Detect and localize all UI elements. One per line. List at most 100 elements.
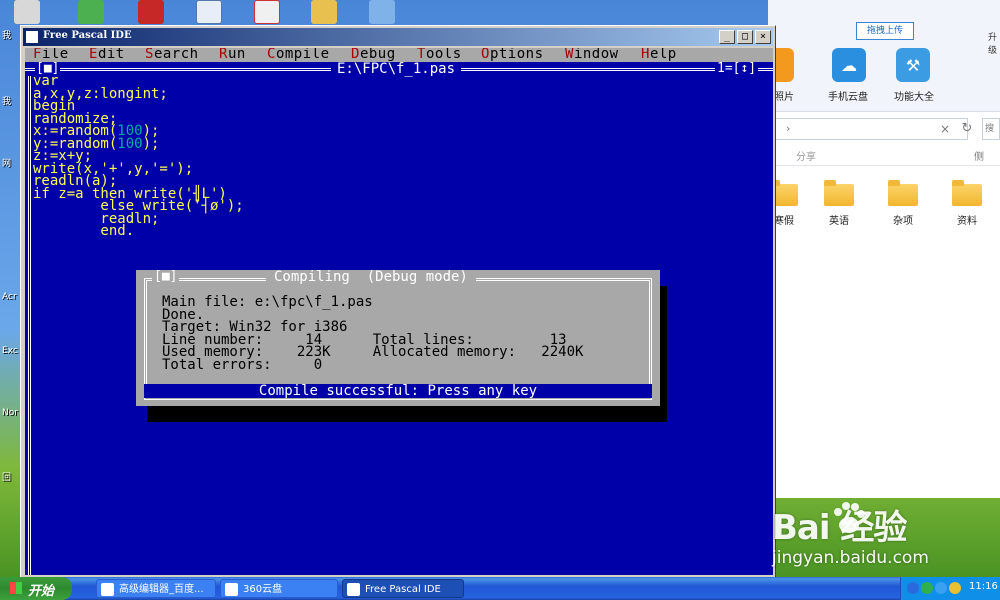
menu-help[interactable]: Help bbox=[641, 48, 677, 61]
menu-search[interactable]: Search bbox=[145, 48, 199, 61]
menu-hotkey: O bbox=[481, 48, 490, 62]
upload-button[interactable]: 拖拽上传 bbox=[856, 22, 914, 40]
pdf-icon bbox=[254, 0, 280, 24]
console-area[interactable]: File Edit Search Run Compile Debug Tools… bbox=[25, 48, 773, 575]
menu-label: ebug bbox=[359, 48, 396, 62]
desktop-label: 我 bbox=[2, 97, 12, 107]
paw-icon bbox=[834, 502, 865, 533]
chevron-right-icon: › bbox=[786, 122, 791, 135]
numeric-literal: 100 bbox=[117, 135, 143, 152]
dialog-close-box[interactable]: [■] bbox=[152, 270, 180, 284]
desktop-label: 回 bbox=[2, 473, 12, 483]
title-bar[interactable]: Free Pascal IDE _ □ × bbox=[23, 28, 773, 46]
tray-icon[interactable] bbox=[949, 582, 961, 594]
dialog-line-errors: Total errors: 0 bbox=[162, 356, 323, 373]
cloud-drive-window[interactable]: 拖拽上传 升级 照片 ☁ 手机云盘 ⚒ 功能大全 › × ↻ 搜 分享 侧 寒假… bbox=[768, 0, 1000, 498]
editor-window-number[interactable]: 1=[↕] bbox=[715, 62, 759, 76]
menu-label: ompile bbox=[275, 48, 330, 62]
folder-icon[interactable] bbox=[824, 180, 854, 206]
menu-label: earch bbox=[153, 48, 199, 62]
desktop-label: 网 bbox=[2, 159, 12, 169]
wps-icon bbox=[369, 0, 395, 24]
desktop-label: Exc bbox=[2, 346, 18, 356]
folder-icon[interactable] bbox=[888, 180, 918, 206]
share-button[interactable]: 分享 bbox=[796, 148, 816, 163]
app-icon bbox=[26, 31, 38, 43]
menu-hotkey: R bbox=[219, 48, 228, 62]
computer-icon bbox=[14, 0, 40, 24]
view-toggle[interactable]: 侧 bbox=[974, 148, 984, 163]
tool-label-photo: 照片 bbox=[774, 92, 794, 103]
task-label: 360云盘 bbox=[243, 584, 283, 595]
cloud-icon[interactable]: ☁ bbox=[832, 48, 866, 82]
folder-icon[interactable] bbox=[952, 180, 982, 206]
search-input[interactable]: 搜 bbox=[982, 118, 1000, 140]
baidu-watermark: Bai 经验 jingyan.baidu.com bbox=[772, 500, 1000, 575]
app-icon bbox=[347, 583, 360, 596]
tools-icon[interactable]: ⚒ bbox=[896, 48, 930, 82]
desktop-label: Acr bbox=[2, 292, 17, 302]
menu-hotkey: S bbox=[145, 48, 154, 62]
menu-hotkey: H bbox=[641, 48, 650, 62]
task-label: 高级编辑器_百度... bbox=[119, 584, 204, 595]
tray-icon[interactable] bbox=[935, 582, 947, 594]
window-title: Free Pascal IDE bbox=[43, 30, 132, 41]
frame-border bbox=[28, 76, 31, 575]
clock[interactable]: 11:16 bbox=[969, 581, 998, 592]
editor-file-name: E:\FPC\f_1.pas bbox=[331, 62, 462, 76]
menu-compile[interactable]: Compile bbox=[267, 48, 330, 61]
tool-label-cloud: 手机云盘 bbox=[828, 92, 868, 103]
menu-label: ptions bbox=[489, 48, 544, 62]
menu-label: elp bbox=[649, 48, 677, 62]
close-button[interactable]: × bbox=[755, 30, 771, 44]
windows-logo-icon bbox=[10, 582, 22, 594]
free-pascal-ide-window[interactable]: Free Pascal IDE _ □ × File Edit Search R… bbox=[20, 25, 776, 578]
menu-tools[interactable]: Tools bbox=[417, 48, 462, 61]
watermark-url: jingyan.baidu.com bbox=[772, 548, 929, 568]
compile-status-bar[interactable]: Compile successful: Press any key bbox=[144, 384, 652, 398]
pdf-icon bbox=[138, 0, 164, 24]
taskbar-item-360-cloud[interactable]: 360云盘 bbox=[220, 579, 338, 598]
menu-label: ools bbox=[425, 48, 462, 62]
tray-icon[interactable] bbox=[907, 582, 919, 594]
menu-hotkey: C bbox=[267, 48, 276, 62]
menu-hotkey: W bbox=[565, 48, 574, 62]
menu-label: indow bbox=[573, 48, 619, 62]
menu-hotkey: D bbox=[351, 48, 360, 62]
taskbar-item-free-pascal[interactable]: Free Pascal IDE bbox=[342, 579, 464, 598]
maximize-button[interactable]: □ bbox=[737, 30, 753, 44]
folder-icon bbox=[311, 0, 337, 24]
menu-edit[interactable]: Edit bbox=[89, 48, 125, 61]
system-tray: 11:16 bbox=[900, 577, 1000, 600]
taskbar-item-editor[interactable]: 高级编辑器_百度... bbox=[96, 579, 216, 598]
menu-debug[interactable]: Debug bbox=[351, 48, 396, 61]
menu-file[interactable]: File bbox=[33, 48, 69, 61]
taskbar: 开始 高级编辑器_百度... 360云盘 Free Pascal IDE 11:… bbox=[0, 577, 1000, 600]
cloud-icon bbox=[225, 583, 238, 596]
address-bar[interactable] bbox=[768, 118, 968, 140]
browser-icon bbox=[101, 583, 114, 596]
menu-label: un bbox=[227, 48, 246, 62]
folder-label: 资料 bbox=[957, 216, 977, 227]
menu-options[interactable]: Options bbox=[481, 48, 544, 61]
minimize-button[interactable]: _ bbox=[719, 30, 735, 44]
refresh-icon[interactable]: ↻ bbox=[956, 118, 978, 140]
menu-run[interactable]: Run bbox=[219, 48, 246, 61]
dialog-title: Compiling (Debug mode) bbox=[266, 270, 476, 284]
close-icon[interactable]: × bbox=[940, 122, 950, 136]
upgrade-link[interactable]: 升级 bbox=[988, 30, 1000, 56]
desktop-label: Nor bbox=[2, 408, 18, 418]
code-editor[interactable]: var a,x,y,z:longint; begin randomize; x:=ran… bbox=[33, 74, 244, 237]
folder-label: 英语 bbox=[829, 216, 849, 227]
menu-bar: File Edit Search Run Compile Debug Tools… bbox=[25, 48, 773, 62]
editor-frame-top: [■] E:\FPC\f_1.pas 1=[↕] bbox=[25, 62, 773, 76]
task-label: Free Pascal IDE bbox=[365, 584, 441, 595]
menu-window[interactable]: Window bbox=[565, 48, 619, 61]
tool-label-tools: 功能大全 bbox=[894, 92, 934, 103]
compiling-dialog[interactable]: [■] Compiling (Debug mode) Main file: e:… bbox=[136, 270, 660, 406]
tray-icon[interactable] bbox=[921, 582, 933, 594]
code-line[interactable]: end. bbox=[33, 224, 244, 237]
menu-label: dit bbox=[97, 48, 125, 62]
app-icon bbox=[78, 0, 104, 24]
start-button[interactable]: 开始 bbox=[0, 577, 72, 600]
